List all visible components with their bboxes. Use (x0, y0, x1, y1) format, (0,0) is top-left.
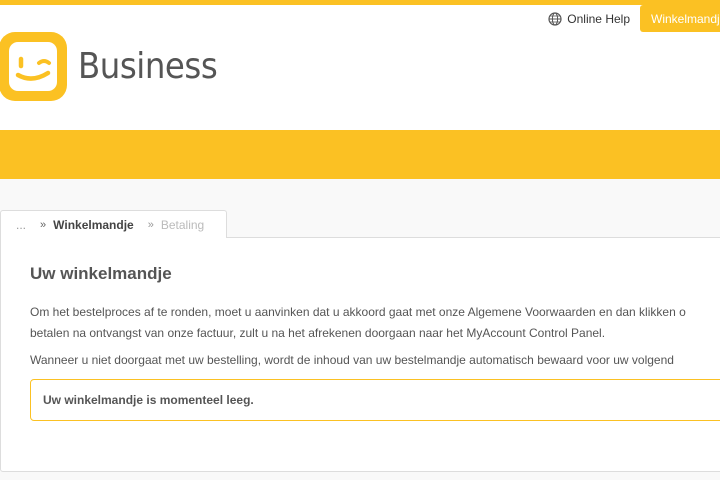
breadcrumb-separator: » (40, 218, 47, 231)
smiley-logo-icon (0, 32, 67, 101)
breadcrumb-current: Winkelmandje (53, 217, 134, 232)
cart-tab-label: Winkelmandje (651, 11, 720, 26)
intro-line-1: Om het bestelproces af te ronden, moet u… (30, 305, 686, 319)
saved-cart-paragraph: Wanneer u niet doorgaat met uw bestellin… (30, 353, 674, 367)
globe-icon (548, 11, 562, 26)
empty-cart-message: Uw winkelmandje is momenteel leeg. (43, 393, 254, 407)
cart-tab[interactable]: Winkelmandje (640, 5, 720, 32)
logo-text: Business (78, 45, 218, 87)
top-links: Online Help Winkelmandje (548, 5, 720, 32)
empty-cart-notice: Uw winkelmandje is momenteel leeg. (30, 379, 720, 421)
brand-logo[interactable]: Business (0, 32, 233, 101)
page-title: Uw winkelmandje (30, 264, 172, 283)
online-help-link[interactable]: Online Help (548, 5, 640, 32)
intro-paragraph: Om het bestelproces af te ronden, moet u… (30, 302, 686, 344)
breadcrumb-next-step: Betaling (160, 217, 205, 232)
breadcrumb-ellipsis[interactable]: ... (16, 218, 26, 232)
breadcrumb: ... » Winkelmandje » Betaling (0, 210, 227, 238)
navigation-band (0, 130, 720, 179)
online-help-label: Online Help (567, 11, 630, 26)
breadcrumb-separator: » (147, 218, 154, 231)
intro-line-2: betalen na ontvangst van onze factuur, z… (30, 326, 606, 340)
